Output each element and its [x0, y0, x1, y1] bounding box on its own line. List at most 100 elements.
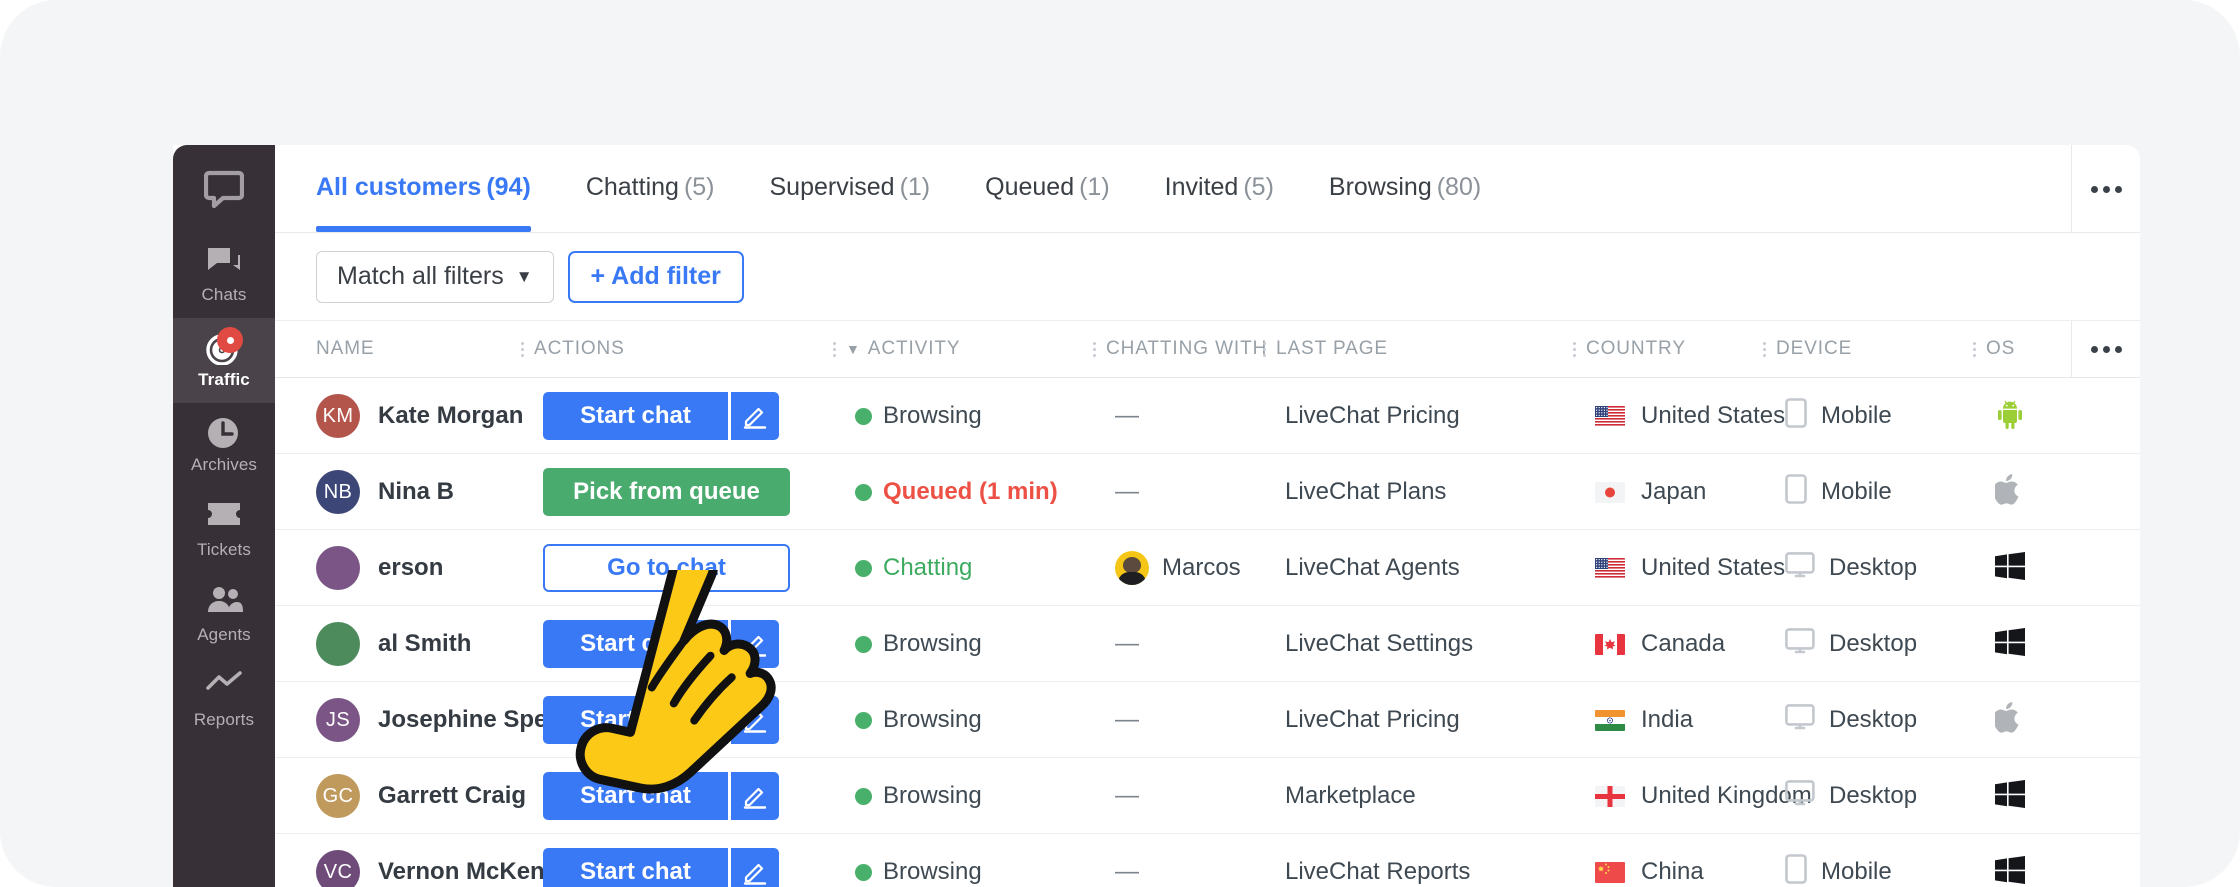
start-chat-button[interactable]: Start chat — [543, 848, 728, 887]
device-chip: Desktop — [1785, 628, 1917, 661]
table-row[interactable]: NB Nina B Pick from queue Queued (1 min)… — [275, 454, 2140, 530]
edit-pencil-icon[interactable] — [731, 772, 779, 820]
customer-name: Garrett Craig — [378, 782, 526, 810]
sidebar-item-agents[interactable]: Agents — [173, 573, 275, 658]
status-dot-icon — [855, 484, 872, 501]
actions-cell: Start chat — [543, 758, 779, 834]
device-chip: Desktop — [1785, 780, 1917, 813]
tab-chatting[interactable]: Chatting(5) — [586, 145, 715, 232]
start-chat-button[interactable]: Start chat — [543, 696, 728, 744]
table-row[interactable]: VC Vernon McKenzie Start chat Browsing —… — [275, 834, 2140, 887]
column-header-name[interactable]: NAME — [316, 338, 375, 360]
device-label: Desktop — [1829, 706, 1917, 734]
empty-value: — — [1115, 402, 1139, 430]
tab-supervised[interactable]: Supervised(1) — [770, 145, 931, 232]
tabs-more-button[interactable] — [2071, 145, 2140, 233]
country-cell: Japan — [1595, 454, 1706, 530]
activity-cell: Browsing — [855, 682, 982, 758]
status-dot-icon — [855, 636, 872, 653]
livechat-app-window: Chats TrafficArchivesTickets Agents Report… — [173, 145, 2140, 887]
column-header-activity[interactable]: ▼ ACTIVITY — [833, 338, 960, 360]
column-header-os[interactable]: OS — [1973, 338, 2015, 360]
start-chat-button[interactable]: Start chat — [543, 772, 728, 820]
last-page-value: LiveChat Settings — [1285, 630, 1473, 658]
actions-cell: Go to chat — [543, 530, 790, 606]
column-drag-handle-icon[interactable] — [1573, 342, 1576, 357]
table-row[interactable]: GC Garrett Craig Start chat Browsing — M… — [275, 758, 2140, 834]
sidebar-item-tickets[interactable]: Tickets — [173, 488, 275, 573]
more-horizontal-icon — [2091, 186, 2122, 193]
os-cell — [1995, 606, 2025, 682]
os-cell — [1995, 454, 2023, 530]
column-drag-handle-icon[interactable] — [833, 342, 836, 357]
sidebar-item-reports[interactable]: Reports — [173, 658, 275, 743]
column-header-lastpage[interactable]: LAST PAGE — [1263, 338, 1388, 360]
go-to-chat-button[interactable]: Go to chat — [543, 544, 790, 592]
edit-pencil-icon[interactable] — [731, 392, 779, 440]
column-drag-handle-icon[interactable] — [1263, 342, 1266, 357]
start-chat-button[interactable]: Start chat — [543, 620, 728, 668]
sidebar-item-label: Agents — [197, 625, 251, 645]
empty-value: — — [1115, 478, 1139, 506]
tab-queued[interactable]: Queued(1) — [985, 145, 1110, 232]
tab-count: (80) — [1437, 173, 1481, 202]
last-page-cell: LiveChat Pricing — [1285, 378, 1460, 454]
avatar-initials: JS — [326, 709, 350, 732]
main-content: All customers(94) Chatting(5) Supervised(1… — [275, 145, 2140, 887]
last-page-value: LiveChat Reports — [1285, 858, 1470, 886]
country-name: China — [1641, 858, 1704, 886]
status-label: Queued (1 min) — [883, 478, 1058, 506]
edit-pencil-icon[interactable] — [731, 696, 779, 744]
last-page-cell: LiveChat Settings — [1285, 606, 1473, 682]
tabs-list: All customers(94) Chatting(5) Supervised(1… — [275, 145, 1536, 232]
match-filters-label: Match all filters — [337, 262, 504, 291]
column-drag-handle-icon[interactable] — [1763, 342, 1766, 357]
sidebar-item-traffic[interactable]: Traffic — [173, 318, 275, 403]
tab-browsing[interactable]: Browsing(80) — [1329, 145, 1481, 232]
device-cell: Desktop — [1785, 530, 1917, 606]
column-header-country[interactable]: COUNTRY — [1573, 338, 1686, 360]
table-row[interactable]: JS Josephine Spencer Start chat Browsing… — [275, 682, 2140, 758]
tab-invited[interactable]: Invited(5) — [1165, 145, 1274, 232]
status-badge: Browsing — [855, 402, 982, 430]
sidebar-item-chats[interactable]: Chats — [173, 233, 275, 318]
add-filter-label: + Add filter — [591, 262, 721, 291]
tab-count: (5) — [684, 173, 715, 202]
edit-pencil-icon[interactable] — [731, 620, 779, 668]
pick-from-queue-button[interactable]: Pick from queue — [543, 468, 790, 516]
last-page-value: LiveChat Pricing — [1285, 402, 1460, 430]
table-row[interactable]: erson Go to chat Chatting Marcos LiveCha… — [275, 530, 2140, 606]
chatting-with-cell: — — [1115, 454, 1139, 530]
table-row[interactable]: KM Kate Morgan Start chat Browsing — Liv… — [275, 378, 2140, 454]
edit-pencil-icon[interactable] — [731, 848, 779, 887]
column-drag-handle-icon[interactable] — [1093, 342, 1096, 357]
tab-all-customers[interactable]: All customers(94) — [316, 145, 531, 232]
customer-name: al Smith — [378, 630, 471, 658]
add-filter-button[interactable]: + Add filter — [568, 251, 744, 303]
device-label: Desktop — [1829, 554, 1917, 582]
customer-name: Kate Morgan — [378, 402, 523, 430]
tab-label: Chatting — [586, 173, 679, 202]
tab-label: Browsing — [1329, 173, 1432, 202]
column-header-label: ACTIVITY — [868, 338, 961, 360]
column-header-chatting[interactable]: CHATTING WITH — [1093, 338, 1267, 360]
actions-cell: Pick from queue — [543, 454, 790, 530]
table-row[interactable]: al Smith Start chat Browsing — LiveChat … — [275, 606, 2140, 682]
column-drag-handle-icon[interactable] — [521, 342, 524, 357]
column-header-device[interactable]: DEVICE — [1763, 338, 1852, 360]
sidebar-item-label: Reports — [194, 710, 254, 730]
customer-name: Nina B — [378, 478, 454, 506]
match-all-filters-dropdown[interactable]: Match all filters ▼ — [316, 251, 554, 303]
table-columns-more-button[interactable] — [2071, 321, 2140, 378]
sort-descending-icon: ▼ — [846, 341, 861, 357]
start-chat-button[interactable]: Start chat — [543, 392, 728, 440]
status-badge: Browsing — [855, 630, 982, 658]
flag-icon-in — [1595, 710, 1625, 731]
actions-cell: Start chat — [543, 606, 779, 682]
country-chip: China — [1595, 858, 1704, 886]
column-header-actions[interactable]: ACTIONS — [521, 338, 625, 360]
sidebar-item-archives[interactable]: Archives — [173, 403, 275, 488]
livechat-logo-icon[interactable] — [173, 145, 275, 233]
country-chip: Canada — [1595, 630, 1725, 658]
column-drag-handle-icon[interactable] — [1973, 342, 1976, 357]
